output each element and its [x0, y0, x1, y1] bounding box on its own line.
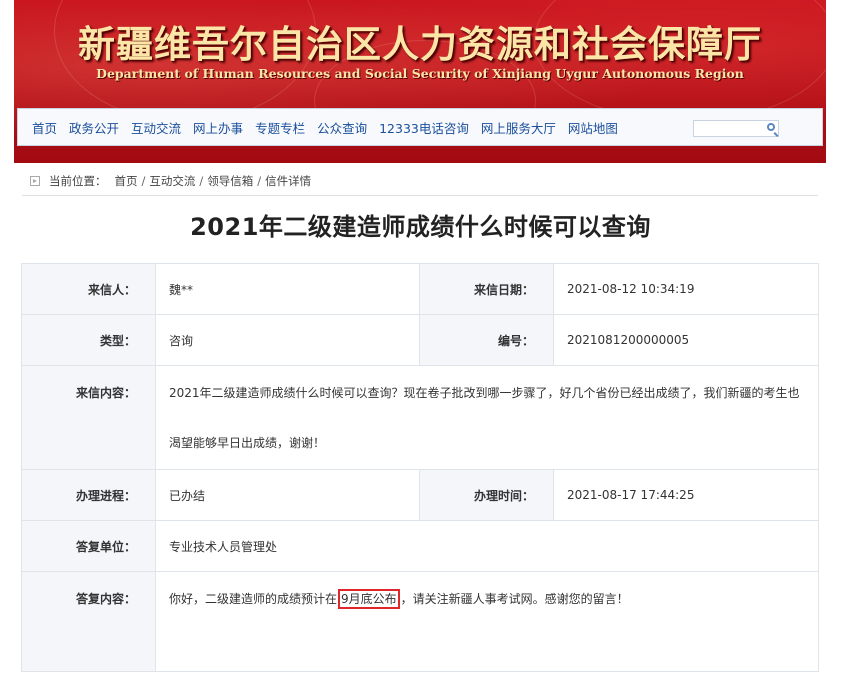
nav-item-service-hall[interactable]: 网上服务大厅 — [481, 118, 556, 137]
number-label: 编号： — [419, 314, 554, 366]
nav-item-public-query[interactable]: 公众查询 — [317, 118, 367, 137]
search-icon[interactable] — [767, 123, 775, 131]
reply-text-after: ，请关注新疆人事考试网。感谢您的留言！ — [400, 592, 629, 606]
breadcrumb-separator: / — [199, 174, 204, 188]
breadcrumb-leader-mailbox[interactable]: 领导信箱 — [207, 173, 253, 189]
divider — [22, 195, 818, 196]
reply-unit-label: 答复单位： — [21, 520, 156, 572]
page-title: 2021年二级建造师成绩什么时候可以查询 — [190, 213, 651, 241]
table-row: 类型： 咨询 编号： 2021081200000005 — [21, 314, 819, 366]
breadcrumb-interaction[interactable]: 互动交流 — [149, 173, 195, 189]
letter-content: 2021年二级建造师成绩什么时候可以查询？现在卷子批改到哪一步骤了，好几个省份已… — [169, 386, 800, 450]
sender-label: 来信人： — [21, 263, 156, 315]
nav-item-home[interactable]: 首页 — [32, 118, 57, 137]
breadcrumb-separator: / — [257, 174, 262, 188]
nav-item-hotline[interactable]: 12333电话咨询 — [379, 118, 469, 137]
reply-text-before: 你好，二级建造师的成绩预计在 — [169, 592, 338, 606]
reply-label: 答复内容： — [21, 571, 156, 672]
breadcrumb-prefix: 当前位置： — [49, 174, 107, 188]
nav-item-online-services[interactable]: 网上办事 — [193, 118, 243, 137]
breadcrumb: 当前位置： 首页 / 互动交流 / 领导信箱 / 信件详情 — [30, 172, 311, 190]
breadcrumb-separator: / — [141, 174, 146, 188]
content-cell: 2021年二级建造师成绩什么时候可以查询？现在卷子批改到哪一步骤了，好几个省份已… — [155, 365, 819, 470]
type-label: 类型： — [21, 314, 156, 366]
letter-detail-table: 来信人： 魏** 来信日期： 2021-08-12 10:34:19 类型： 咨… — [21, 263, 819, 672]
site-title: 新疆维吾尔自治区人力资源和社会保障厅 — [78, 22, 762, 66]
nav-item-interaction[interactable]: 互动交流 — [131, 118, 181, 137]
table-row: 答复内容： 你好，二级建造师的成绩预计在 9月底公布 ，请关注新疆人事考试网。感谢您… — [21, 571, 819, 672]
table-row: 来信人： 魏** 来信日期： 2021-08-12 10:34:19 — [21, 263, 819, 315]
nav-item-special-topics[interactable]: 专题专栏 — [255, 118, 305, 137]
table-row: 来信内容： 2021年二级建造师成绩什么时候可以查询？现在卷子批改到哪一步骤了，… — [21, 365, 819, 470]
reply-unit-value: 专业技术人员管理处 — [155, 520, 819, 572]
breadcrumb-letter-detail: 信件详情 — [265, 174, 312, 188]
search-input[interactable] — [694, 125, 766, 141]
reply-highlight: 9月底公布 — [338, 589, 400, 609]
progress-value: 已办结 — [155, 469, 420, 521]
sender-value: 魏** — [155, 263, 420, 315]
search-box — [693, 120, 779, 141]
date-label: 来信日期： — [419, 263, 554, 315]
main-nav: 首页 政务公开 互动交流 网上办事 专题专栏 公众查询 12333电话咨询 网上… — [17, 108, 823, 146]
nav-item-government-affairs[interactable]: 政务公开 — [69, 118, 119, 137]
reply-cell: 你好，二级建造师的成绩预计在 9月底公布 ，请关注新疆人事考试网。感谢您的留言！ — [155, 571, 819, 672]
breadcrumb-home[interactable]: 首页 — [115, 173, 138, 189]
nav-item-sitemap[interactable]: 网站地图 — [568, 118, 618, 137]
content-label: 来信内容： — [21, 365, 156, 470]
site-header: 新疆维吾尔自治区人力资源和社会保障厅 Department of Human R… — [14, 0, 826, 163]
type-value: 咨询 — [155, 314, 420, 366]
date-value: 2021-08-12 10:34:19 — [553, 263, 819, 315]
site-title-english: Department of Human Resources and Social… — [96, 66, 744, 81]
table-row: 办理进程： 已办结 办理时间： 2021-08-17 17:44:25 — [21, 469, 819, 521]
handle-time-value: 2021-08-17 17:44:25 — [553, 469, 819, 521]
table-row: 答复单位： 专业技术人员管理处 — [21, 520, 819, 572]
handle-time-label: 办理时间： — [419, 469, 554, 521]
number-value: 2021081200000005 — [553, 314, 819, 366]
location-icon — [30, 176, 40, 186]
progress-label: 办理进程： — [21, 469, 156, 521]
reply-content: 你好，二级建造师的成绩预计在 9月底公布 ，请关注新疆人事考试网。感谢您的留言！ — [169, 573, 817, 609]
